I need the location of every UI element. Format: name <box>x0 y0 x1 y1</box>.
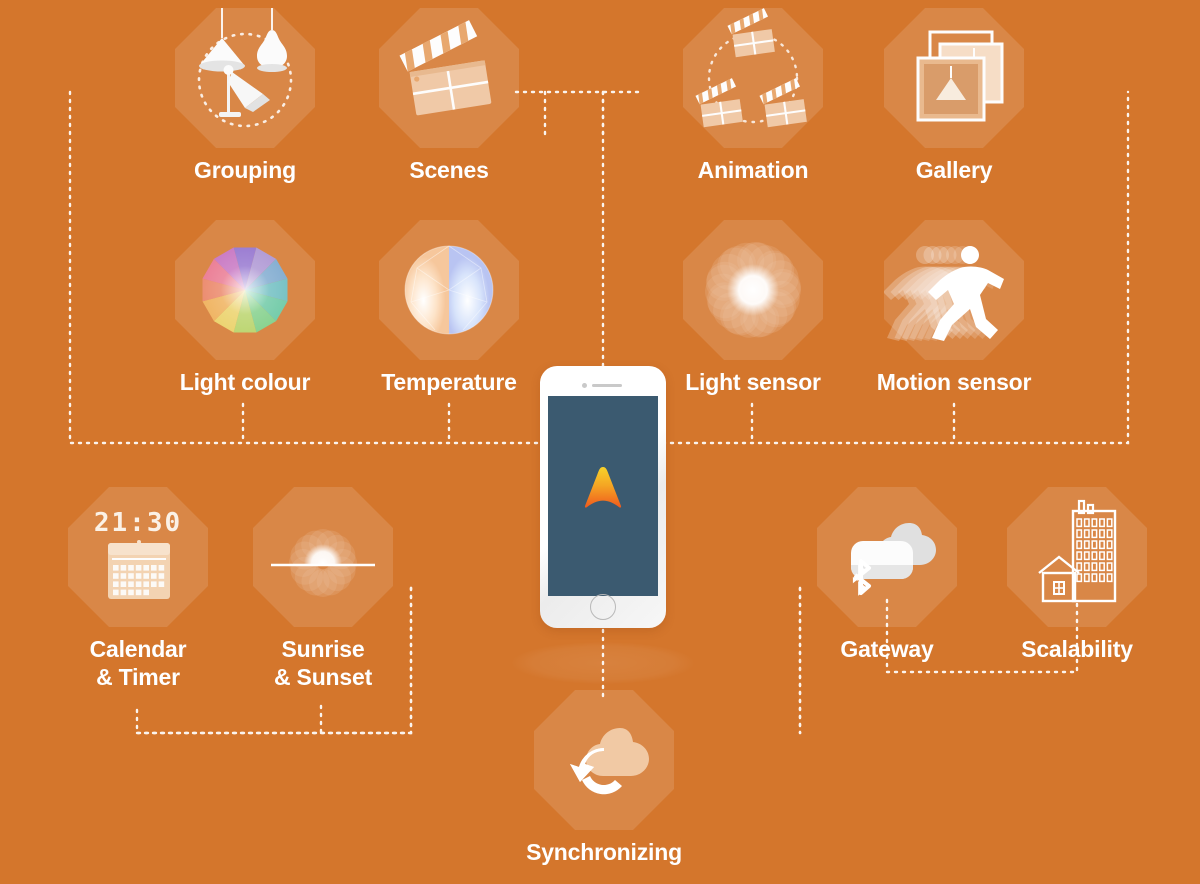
feature-label-synchronizing: Synchronizing <box>526 839 682 865</box>
feature-label-motion-sensor: Motion sensor <box>876 369 1032 395</box>
infographic-canvas: Grouping Scenes Animation Gallery Light … <box>0 0 1200 884</box>
clapperboard-icon <box>379 8 519 148</box>
feature-node-scenes[interactable]: Scenes <box>369 8 529 184</box>
app-logo-arrow-icon <box>584 466 622 508</box>
feature-tile-animation[interactable] <box>683 8 823 148</box>
feature-node-animation[interactable]: Animation <box>673 8 833 184</box>
feature-tile-gallery[interactable] <box>884 8 1024 148</box>
feature-tile-motion-sensor[interactable] <box>884 220 1024 360</box>
feature-tile-calendar-timer[interactable]: 21:30 <box>68 487 208 627</box>
colour-wheel-icon <box>175 220 315 360</box>
feature-tile-scalability[interactable] <box>1007 487 1147 627</box>
feature-tile-synchronizing[interactable] <box>534 690 674 830</box>
feature-label-scalability: Scalability <box>1021 636 1133 662</box>
clapperboards-rotating-icon <box>683 8 823 148</box>
feature-node-scalability[interactable]: Scalability <box>997 487 1157 663</box>
running-figure-icon <box>884 220 1024 360</box>
phone-shadow-ellipse <box>512 642 694 684</box>
feature-node-motion-sensor[interactable]: Motion sensor <box>849 220 1059 396</box>
feature-node-grouping[interactable]: Grouping <box>165 8 325 184</box>
front-camera-icon <box>582 383 587 388</box>
feature-node-light-sensor[interactable]: Light sensor <box>648 220 858 396</box>
warm-cool-sphere-icon <box>379 220 519 360</box>
feature-tile-light-colour[interactable] <box>175 220 315 360</box>
feature-label-animation: Animation <box>697 157 809 183</box>
feature-tile-sunrise-sunset[interactable] <box>253 487 393 627</box>
cloud-sync-icon <box>534 690 674 830</box>
feature-tile-grouping[interactable] <box>175 8 315 148</box>
feature-node-temperature[interactable]: Temperature <box>369 220 529 396</box>
feature-tile-scenes[interactable] <box>379 8 519 148</box>
sunrise-horizon-icon <box>253 487 393 627</box>
earpiece-speaker <box>592 384 622 387</box>
sun-burst-icon <box>683 220 823 360</box>
feature-label-temperature: Temperature <box>381 369 517 395</box>
feature-node-gallery[interactable]: Gallery <box>874 8 1034 184</box>
feature-tile-temperature[interactable] <box>379 220 519 360</box>
feature-node-light-colour[interactable]: Light colour <box>140 220 350 396</box>
feature-node-sunrise-sunset[interactable]: Sunrise & Sunset <box>218 487 428 691</box>
feature-label-grouping: Grouping <box>194 157 296 183</box>
photo-stack-icon <box>884 8 1024 148</box>
gateway-bluetooth-cloud-icon <box>817 487 957 627</box>
feature-label-gateway: Gateway <box>840 636 934 662</box>
feature-label-light-sensor: Light sensor <box>685 369 821 395</box>
feature-node-synchronizing[interactable]: Synchronizing <box>499 690 709 866</box>
feature-label-gallery: Gallery <box>915 157 993 183</box>
feature-label-sunrise-sunset: Sunrise & Sunset <box>273 636 373 691</box>
pendant-lamps-group-icon <box>175 8 315 148</box>
feature-label-light-colour: Light colour <box>179 369 311 395</box>
feature-node-calendar-timer[interactable]: 21:30 Calendar & Timer <box>33 487 243 691</box>
feature-tile-gateway[interactable] <box>817 487 957 627</box>
smartphone-mockup[interactable] <box>540 366 666 628</box>
feature-label-scenes: Scenes <box>409 157 489 183</box>
home-button[interactable] <box>590 594 616 620</box>
clock-display: 21:30 <box>94 508 182 538</box>
buildings-icon <box>1007 487 1147 627</box>
feature-label-calendar-timer: Calendar & Timer <box>89 636 187 691</box>
feature-node-gateway[interactable]: Gateway <box>807 487 967 663</box>
feature-tile-light-sensor[interactable] <box>683 220 823 360</box>
calendar-clock-icon: 21:30 <box>68 487 208 627</box>
